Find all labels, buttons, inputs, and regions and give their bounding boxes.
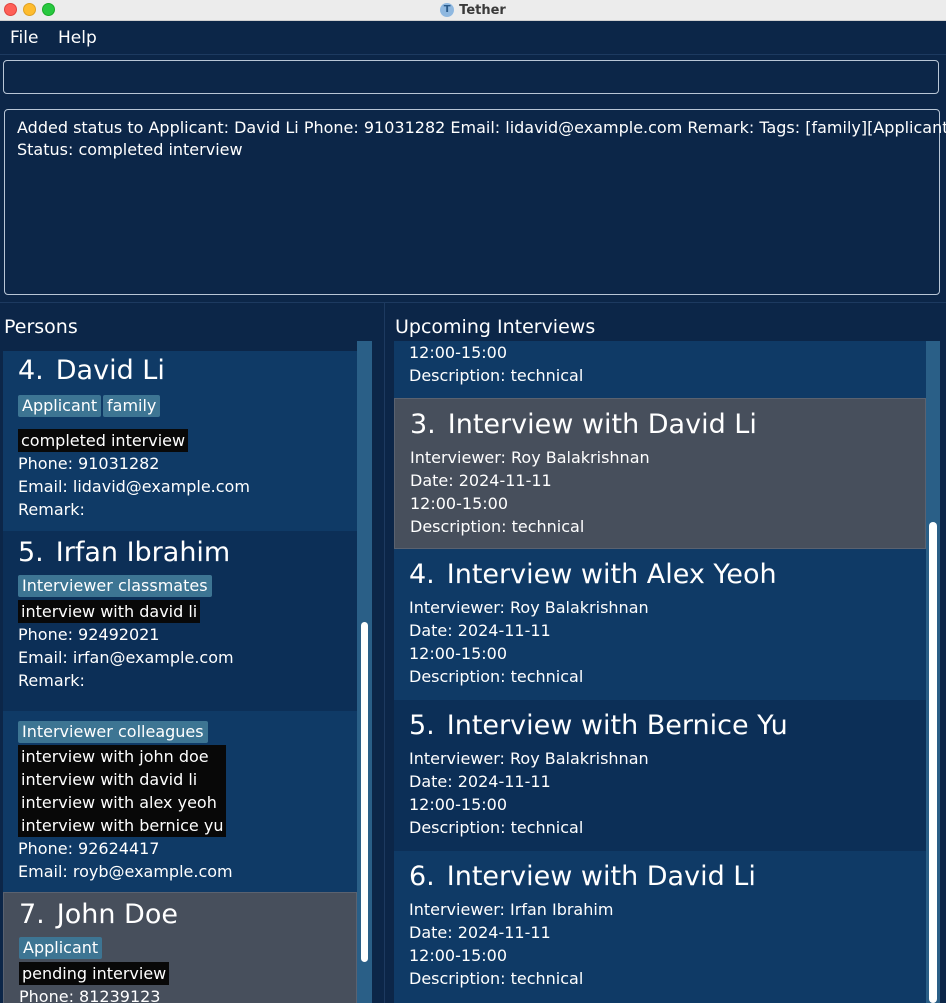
person-index: 4. bbox=[18, 355, 44, 386]
tag-interviewer: Interviewer bbox=[18, 721, 117, 743]
interview-index: 4. bbox=[409, 559, 435, 590]
window-title-text: Tether bbox=[459, 2, 506, 18]
tag-applicant: Applicant bbox=[18, 395, 102, 417]
interview-card-6[interactable]: 6. Interview with David Li Interviewer: I… bbox=[394, 851, 926, 1003]
menu-file[interactable]: File bbox=[10, 28, 38, 48]
interview-title: 4. Interview with Alex Yeoh bbox=[409, 559, 777, 590]
person-email: Email: royb@example.com bbox=[18, 862, 233, 881]
interview-time: 12:00-15:00 bbox=[409, 644, 507, 663]
status-interview-bernice-yu: interview with bernice yu bbox=[21, 816, 224, 835]
tag-interviewer: Interviewer bbox=[18, 575, 117, 597]
person-index: 7. bbox=[19, 899, 45, 930]
command-box bbox=[3, 60, 939, 94]
interview-title: 6. Interview with David Li bbox=[409, 861, 756, 892]
interview-date: Date: 2024-11-11 bbox=[409, 772, 551, 791]
interview-title-text: Interview with David Li bbox=[446, 861, 756, 892]
tag-family: family bbox=[103, 395, 161, 417]
status-interview-david-li: interview with david li bbox=[21, 770, 198, 789]
person-phone: Phone: 81239123 bbox=[19, 987, 161, 1003]
interview-time: 12:00-15:00 bbox=[410, 494, 508, 513]
person-phone: Phone: 92492021 bbox=[18, 625, 160, 644]
interview-description: Description: technical bbox=[409, 969, 584, 988]
person-card-roy[interactable]: Interviewer colleagues interview with jo… bbox=[3, 711, 357, 893]
interviews-panel-title: Upcoming Interviews bbox=[395, 316, 596, 338]
interviews-list[interactable]: 12:00-15:00 Description: technical 3. Int… bbox=[394, 341, 926, 1003]
interview-card-5[interactable]: 5. Interview with Bernice Yu Interviewer:… bbox=[394, 700, 926, 851]
interview-card-3[interactable]: 3. Interview with David Li Interviewer: R… bbox=[394, 398, 926, 549]
interview-interviewer: Interviewer: Roy Balakrishnan bbox=[409, 598, 649, 617]
interview-time: 12:00-15:00 bbox=[409, 946, 507, 965]
person-name: 5. Irfan Ibrahim bbox=[18, 537, 230, 568]
menu-help[interactable]: Help bbox=[58, 28, 97, 48]
interview-time: 12:00-15:00 bbox=[409, 343, 507, 362]
interview-description: Description: technical bbox=[409, 818, 584, 837]
persons-panel-title: Persons bbox=[4, 316, 78, 338]
status-list: interview with john doe interview with d… bbox=[18, 745, 227, 837]
interviews-scrollbar-thumb[interactable] bbox=[929, 522, 937, 1003]
person-card-david-li[interactable]: 4. David Li Applicant family completed in… bbox=[3, 351, 357, 531]
persons-scrollbar[interactable] bbox=[357, 341, 372, 1003]
person-card-irfan-ibrahim[interactable]: 5. Irfan Ibrahim Interviewer classmates i… bbox=[3, 531, 357, 711]
command-input[interactable] bbox=[4, 61, 938, 93]
tag-applicant: Applicant bbox=[19, 937, 103, 959]
interviews-scrollbar[interactable] bbox=[926, 341, 940, 1003]
interview-card-2[interactable]: 12:00-15:00 Description: technical bbox=[394, 341, 926, 398]
person-name: 7. John Doe bbox=[19, 899, 178, 930]
interview-interviewer: Interviewer: Irfan Ibrahim bbox=[409, 900, 614, 919]
interview-index: 3. bbox=[410, 409, 436, 440]
interview-time: 12:00-15:00 bbox=[409, 795, 507, 814]
persons-list[interactable]: 4. David Li Applicant family completed in… bbox=[3, 341, 357, 1003]
person-remark: Remark: bbox=[18, 671, 85, 690]
status-completed-interview: completed interview bbox=[18, 429, 189, 452]
interview-title: 3. Interview with David Li bbox=[410, 409, 757, 440]
person-name-text: Irfan Ibrahim bbox=[55, 537, 231, 568]
person-card-john-doe[interactable]: 7. John Doe Applicant pending interview P… bbox=[3, 892, 357, 1003]
interview-index: 5. bbox=[409, 710, 435, 741]
panel-divider bbox=[384, 302, 385, 1003]
status-interview-with-david-li: interview with david li bbox=[18, 600, 201, 623]
person-email: Email: irfan@example.com bbox=[18, 648, 234, 667]
status-pending-interview: pending interview bbox=[19, 962, 170, 985]
person-name-text: David Li bbox=[55, 355, 165, 386]
interview-title: 5. Interview with Bernice Yu bbox=[409, 710, 788, 741]
person-index: 5. bbox=[18, 537, 44, 568]
tether-app-icon: T bbox=[440, 3, 455, 17]
person-email: Email: lidavid@example.com bbox=[18, 477, 250, 496]
interview-date: Date: 2024-11-11 bbox=[409, 923, 551, 942]
result-line-2: Status: completed interview bbox=[17, 140, 243, 159]
interview-date: Date: 2024-11-11 bbox=[409, 621, 551, 640]
person-name-text: John Doe bbox=[56, 899, 178, 930]
person-phone: Phone: 92624417 bbox=[18, 839, 160, 858]
interview-interviewer: Interviewer: Roy Balakrishnan bbox=[409, 749, 649, 768]
interview-index: 6. bbox=[409, 861, 435, 892]
tag-classmates: classmates bbox=[114, 575, 212, 597]
window-title: T Tether bbox=[0, 0, 946, 20]
tag-colleagues: colleagues bbox=[114, 721, 208, 743]
interview-date: Date: 2024-11-11 bbox=[410, 471, 552, 490]
status-interview-john-doe: interview with john doe bbox=[21, 747, 209, 766]
interview-description: Description: technical bbox=[410, 517, 585, 536]
person-remark: Remark: bbox=[18, 500, 85, 519]
interview-title-text: Interview with Alex Yeoh bbox=[446, 559, 777, 590]
interview-interviewer: Interviewer: Roy Balakrishnan bbox=[410, 448, 650, 467]
result-line-1: Added status to Applicant: David Li Phon… bbox=[17, 118, 946, 137]
section-divider bbox=[0, 302, 946, 303]
interview-description: Description: technical bbox=[409, 667, 584, 686]
window-titlebar: T Tether bbox=[0, 0, 946, 21]
interview-card-4[interactable]: 4. Interview with Alex Yeoh Interviewer: … bbox=[394, 549, 926, 700]
person-phone: Phone: 91031282 bbox=[18, 454, 160, 473]
person-name: 4. David Li bbox=[18, 355, 165, 386]
persons-scrollbar-thumb[interactable] bbox=[361, 622, 368, 962]
interview-title-text: Interview with Bernice Yu bbox=[446, 710, 788, 741]
result-display: Added status to Applicant: David Li Phon… bbox=[4, 109, 946, 295]
interview-title-text: Interview with David Li bbox=[447, 409, 757, 440]
interview-description: Description: technical bbox=[409, 366, 584, 385]
status-interview-alex-yeoh: interview with alex yeoh bbox=[21, 793, 217, 812]
menu-bar: File Help bbox=[0, 21, 946, 55]
